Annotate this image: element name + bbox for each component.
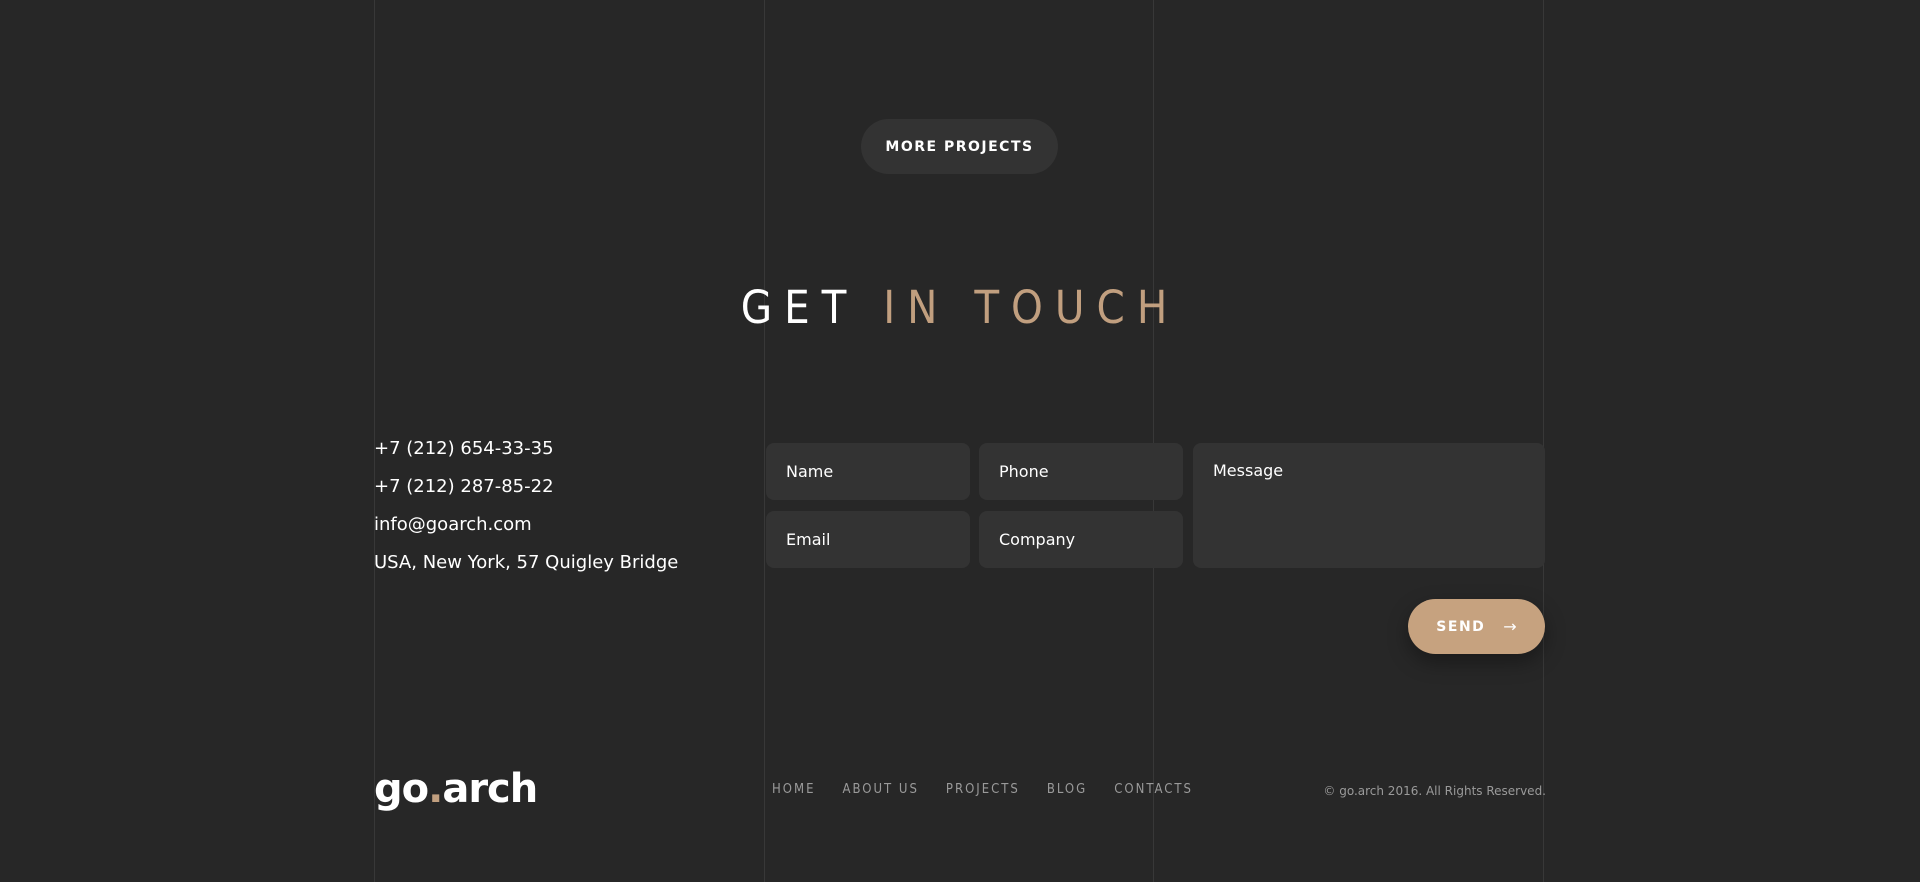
grid-line — [1543, 0, 1544, 882]
message-field[interactable] — [1193, 443, 1545, 568]
heading-part-1: GET — [740, 281, 859, 334]
footer-nav-about-us[interactable]: ABOUT US — [842, 782, 918, 797]
contact-email: info@goarch.com — [374, 514, 532, 535]
name-field[interactable] — [766, 443, 970, 500]
page: MORE PROJECTS GET IN TOUCH +7 (212) 654-… — [0, 0, 1920, 882]
footer-nav-contacts[interactable]: CONTACTS — [1114, 782, 1193, 797]
get-in-touch-heading: GET IN TOUCH — [0, 278, 1920, 338]
footer-nav-home[interactable]: HOME — [772, 782, 815, 797]
send-button[interactable]: SEND → — [1408, 599, 1545, 654]
logo-dot: . — [428, 766, 443, 812]
footer-nav-projects[interactable]: PROJECTS — [946, 782, 1020, 797]
email-field[interactable] — [766, 511, 970, 568]
footer-logo[interactable]: go.arch — [374, 764, 538, 814]
contact-address: USA, New York, 57 Quigley Bridge — [374, 552, 679, 573]
more-projects-button[interactable]: MORE PROJECTS — [861, 119, 1058, 174]
phone-field[interactable] — [979, 443, 1183, 500]
logo-part-2: arch — [442, 766, 538, 812]
grid-line — [764, 0, 765, 882]
logo-part-1: go — [374, 766, 429, 812]
footer-nav-blog[interactable]: BLOG — [1047, 782, 1087, 797]
copyright-text: © go.arch 2016. All Rights Reserved. — [1323, 784, 1546, 798]
arrow-right-icon: → — [1503, 617, 1517, 636]
footer-nav: HOME ABOUT US PROJECTS BLOG CONTACTS — [772, 782, 1193, 797]
heading-part-2: IN TOUCH — [883, 281, 1180, 334]
contact-phone-2: +7 (212) 287-85-22 — [374, 476, 554, 497]
company-field[interactable] — [979, 511, 1183, 568]
send-button-label: SEND — [1436, 618, 1486, 635]
grid-line — [1153, 0, 1154, 882]
contact-phone-1: +7 (212) 654-33-35 — [374, 438, 554, 459]
